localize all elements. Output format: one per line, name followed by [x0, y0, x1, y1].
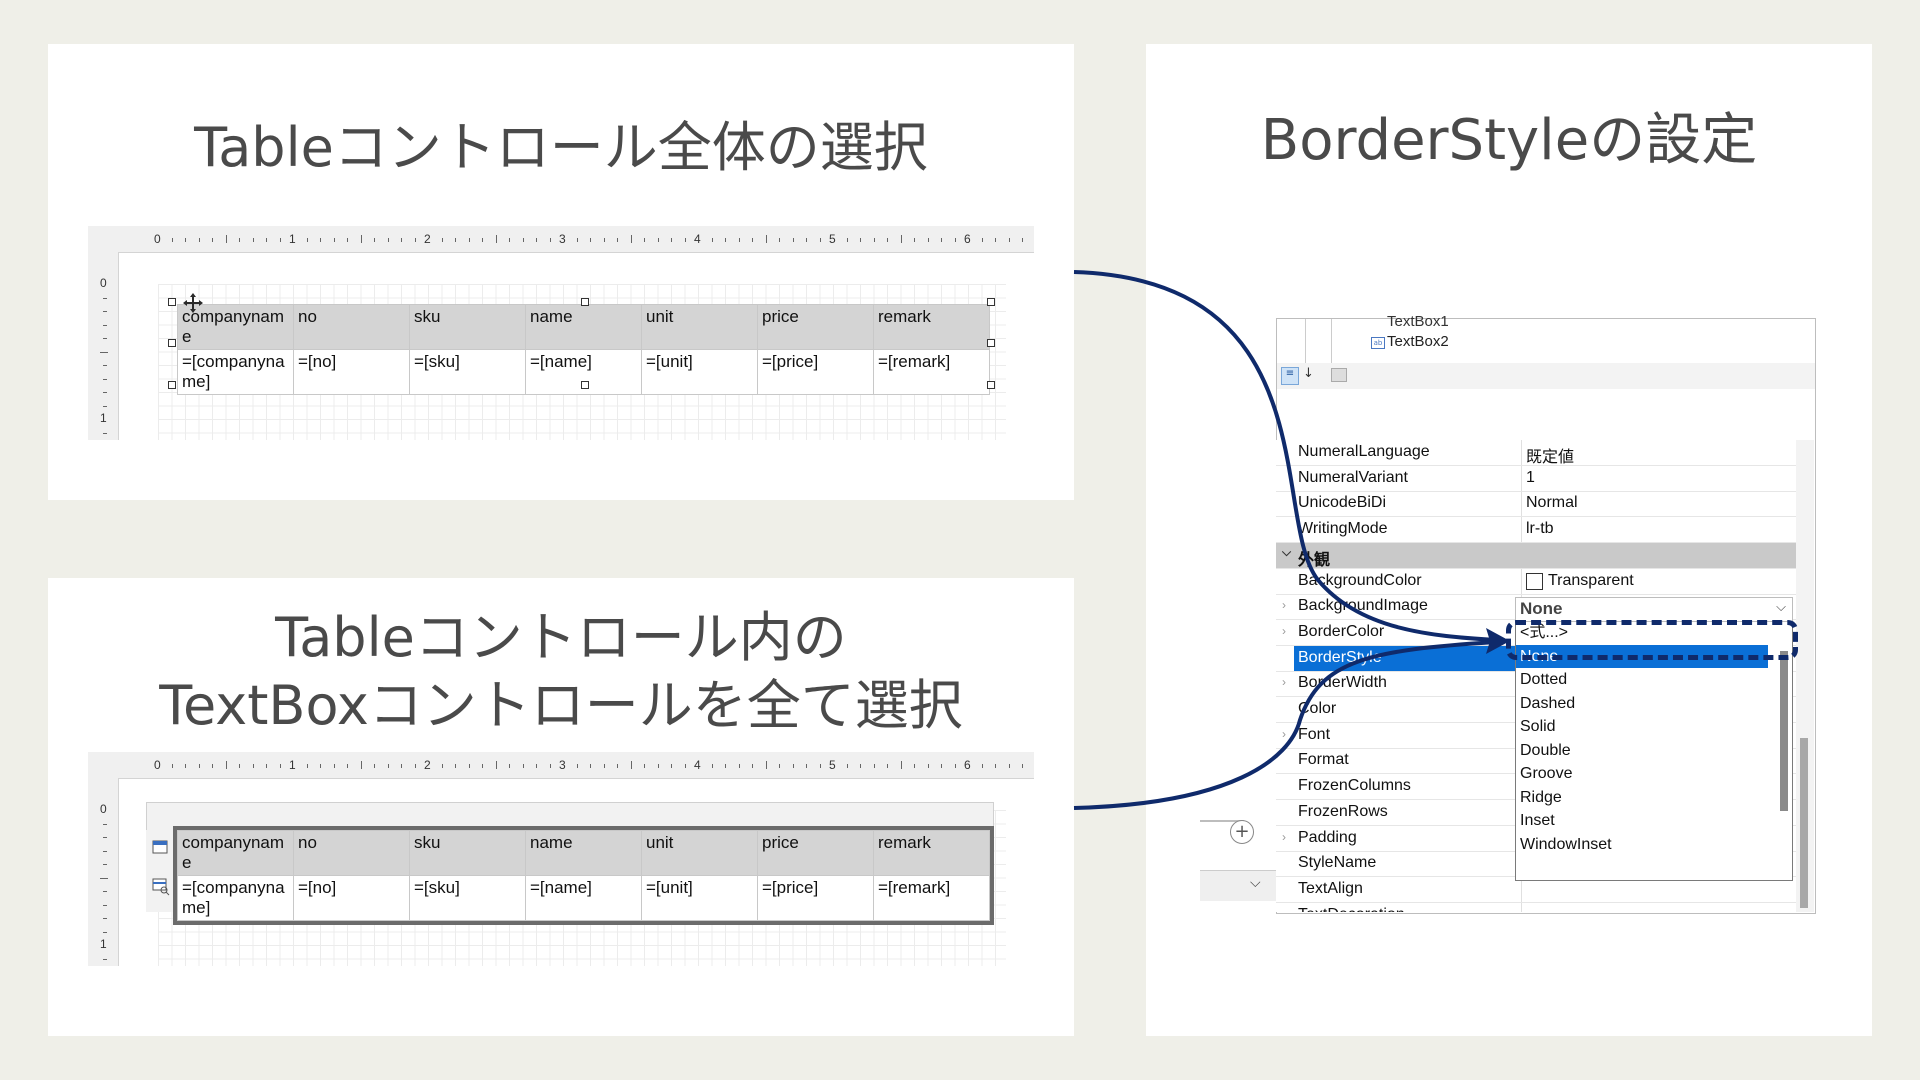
arrow-overlay: [1073, 270, 1510, 810]
arrow-from-panel1: [1073, 270, 1497, 642]
chevron-right-icon[interactable]: ›: [1282, 675, 1286, 689]
chevron-right-icon[interactable]: ›: [1282, 830, 1286, 844]
chevron-right-icon[interactable]: ›: [1282, 727, 1286, 741]
chevron-right-icon[interactable]: ›: [1282, 624, 1286, 638]
chevron-right-icon[interactable]: ›: [1282, 598, 1286, 612]
arrow-from-panel2: [1073, 640, 1497, 810]
chevron-right-icon[interactable]: ›: [1282, 650, 1286, 664]
